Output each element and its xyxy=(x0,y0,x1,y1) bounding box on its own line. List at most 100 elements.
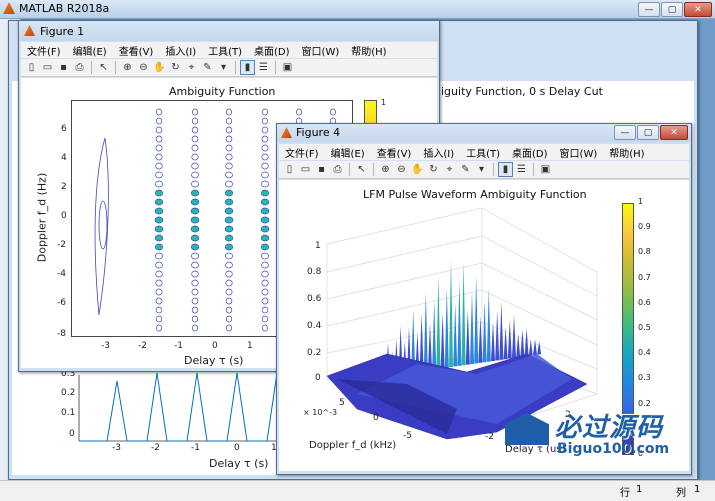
figure4-menu-window[interactable]: 窗口(W) xyxy=(554,145,604,160)
contour-ellipse xyxy=(191,117,199,125)
figure1-menu-help[interactable]: 帮助(H) xyxy=(345,43,392,58)
contour-ellipse xyxy=(191,270,199,278)
contour-ellipse xyxy=(224,216,234,224)
figure4-menu-edit[interactable]: 编辑(E) xyxy=(325,145,371,160)
dropdown-arrow-icon[interactable]: ▾ xyxy=(475,163,488,176)
f1-xtick-0: -3 xyxy=(101,341,110,351)
figure4-menu-tools[interactable]: 工具(T) xyxy=(460,145,506,160)
toolbar-separator xyxy=(373,163,374,176)
brush-icon[interactable]: ✎ xyxy=(459,163,472,176)
figure1-title: Figure 1 xyxy=(40,25,85,38)
zoom-in-icon[interactable]: ⊕ xyxy=(121,61,134,74)
figure4-close-button[interactable]: ✕ xyxy=(660,125,688,140)
rotate-icon[interactable]: ↻ xyxy=(427,163,440,176)
bg-xtick-3: 0 xyxy=(234,443,240,453)
main-close-button[interactable]: ✕ xyxy=(684,2,712,17)
contour-ellipse xyxy=(226,108,233,116)
brush-icon[interactable]: ✎ xyxy=(201,61,214,74)
contour-ellipse xyxy=(226,324,233,332)
f4-colorbar-tick: 0.7 xyxy=(638,272,651,282)
contour-ellipse xyxy=(155,180,163,188)
figure1-matlab-icon xyxy=(24,25,35,36)
legend-toggle-icon[interactable]: ☰ xyxy=(257,61,270,74)
figure1-menu-tools[interactable]: 工具(T) xyxy=(202,43,248,58)
zoom-out-icon[interactable]: ⊖ xyxy=(395,163,408,176)
contour-ellipse xyxy=(225,135,233,143)
contour-ellipse xyxy=(154,225,164,233)
contour-ellipse xyxy=(261,126,269,134)
doppler-ridge-contour xyxy=(94,137,109,316)
contour-ellipse xyxy=(262,324,269,332)
figure1-menu-view[interactable]: 查看(V) xyxy=(113,43,160,58)
figure1-menu-window[interactable]: 窗口(W) xyxy=(296,43,346,58)
figure1-menu-file[interactable]: 文件(F) xyxy=(21,43,67,58)
f4-colorbar-tick: 0.6 xyxy=(638,297,651,307)
rotate-icon[interactable]: ↻ xyxy=(169,61,182,74)
figure4-menu-insert[interactable]: 插入(I) xyxy=(417,145,460,160)
f4-xtick-2: -2 xyxy=(485,432,494,442)
pointer-icon[interactable]: ↖ xyxy=(355,163,368,176)
colorbar-toggle-icon[interactable]: ▮ xyxy=(498,162,513,177)
figure4-minimize-button[interactable]: — xyxy=(614,125,636,140)
open-file-icon[interactable]: ▭ xyxy=(299,163,312,176)
main-titlebar: MATLAB R2018a — ▢ ✕ xyxy=(0,0,715,19)
figure1-menu-insert[interactable]: 插入(I) xyxy=(159,43,202,58)
open-file-icon[interactable]: ▭ xyxy=(41,61,54,74)
figure4-menu-view[interactable]: 查看(V) xyxy=(371,145,418,160)
colorbar-toggle-icon[interactable]: ▮ xyxy=(240,60,255,75)
figure4-menu-file[interactable]: 文件(F) xyxy=(279,145,325,160)
hide-plot-tools-icon[interactable]: ▣ xyxy=(281,61,294,74)
figure1-menu-desktop[interactable]: 桌面(D) xyxy=(248,43,296,58)
figure1-menu-edit[interactable]: 编辑(E) xyxy=(67,43,113,58)
pan-icon[interactable]: ✋ xyxy=(411,163,424,176)
contour-ellipse xyxy=(260,216,270,224)
main-minimize-button[interactable]: — xyxy=(638,2,660,17)
contour-ellipse xyxy=(191,252,199,260)
figure1-menubar: 文件(F) 编辑(E) 查看(V) 插入(I) 工具(T) 桌面(D) 窗口(W… xyxy=(21,42,437,58)
zoom-out-icon[interactable]: ⊖ xyxy=(137,61,150,74)
bg-xlabel: Delay τ (s) xyxy=(209,457,269,470)
legend-toggle-icon[interactable]: ☰ xyxy=(515,163,528,176)
new-figure-icon[interactable]: ▯ xyxy=(25,61,38,74)
new-figure-icon[interactable]: ▯ xyxy=(283,163,296,176)
contour-ellipse xyxy=(191,171,199,179)
main-maximize-button[interactable]: ▢ xyxy=(661,2,683,17)
f4-ytick-0: 5 xyxy=(339,398,345,408)
surface-spike xyxy=(491,321,495,361)
contour-ellipse xyxy=(191,324,198,332)
contour-ellipse xyxy=(261,279,269,287)
data-cursor-icon[interactable]: ⌖ xyxy=(185,61,198,74)
f1-ytick-0: 6 xyxy=(61,124,67,134)
contour-ellipse xyxy=(155,117,163,125)
contour-ellipse xyxy=(225,117,233,125)
figure4-toolbar: ▯ ▭ ▪ ⎙ ↖ ⊕ ⊖ ✋ ↻ ⌖ ✎ ▾ ▮ ☰ ▣ xyxy=(279,161,689,179)
save-icon[interactable]: ▪ xyxy=(57,61,70,74)
surface-spike xyxy=(440,313,445,369)
f1-xtick-2: -1 xyxy=(174,341,183,351)
toolbar-separator xyxy=(275,61,276,74)
contour-ellipse xyxy=(225,153,233,161)
data-cursor-icon[interactable]: ⌖ xyxy=(443,163,456,176)
figure4-maximize-button[interactable]: ▢ xyxy=(637,125,659,140)
hide-plot-tools-icon[interactable]: ▣ xyxy=(539,163,552,176)
contour-ellipse xyxy=(225,126,233,134)
figure4-titlebar: Figure 4 — ▢ ✕ xyxy=(277,124,691,142)
save-icon[interactable]: ▪ xyxy=(315,163,328,176)
figure4-menu-help[interactable]: 帮助(H) xyxy=(603,145,650,160)
toolbar-separator xyxy=(493,163,494,176)
surface-spike xyxy=(524,328,529,357)
figure4-matlab-icon xyxy=(281,127,292,138)
contour-ellipse xyxy=(261,162,269,170)
print-icon[interactable]: ⎙ xyxy=(331,163,344,176)
print-icon[interactable]: ⎙ xyxy=(73,61,86,74)
contour-ellipse xyxy=(225,270,233,278)
figure4-menu-desktop[interactable]: 桌面(D) xyxy=(506,145,554,160)
figure4-menubar: 文件(F) 编辑(E) 查看(V) 插入(I) 工具(T) 桌面(D) 窗口(W… xyxy=(279,144,689,160)
zoom-in-icon[interactable]: ⊕ xyxy=(379,163,392,176)
contour-ellipse xyxy=(224,225,234,233)
pan-icon[interactable]: ✋ xyxy=(153,61,166,74)
pointer-icon[interactable]: ↖ xyxy=(97,61,110,74)
dropdown-arrow-icon[interactable]: ▾ xyxy=(217,61,230,74)
matlab-logo-icon xyxy=(3,2,15,14)
contour-ellipse xyxy=(225,306,233,314)
